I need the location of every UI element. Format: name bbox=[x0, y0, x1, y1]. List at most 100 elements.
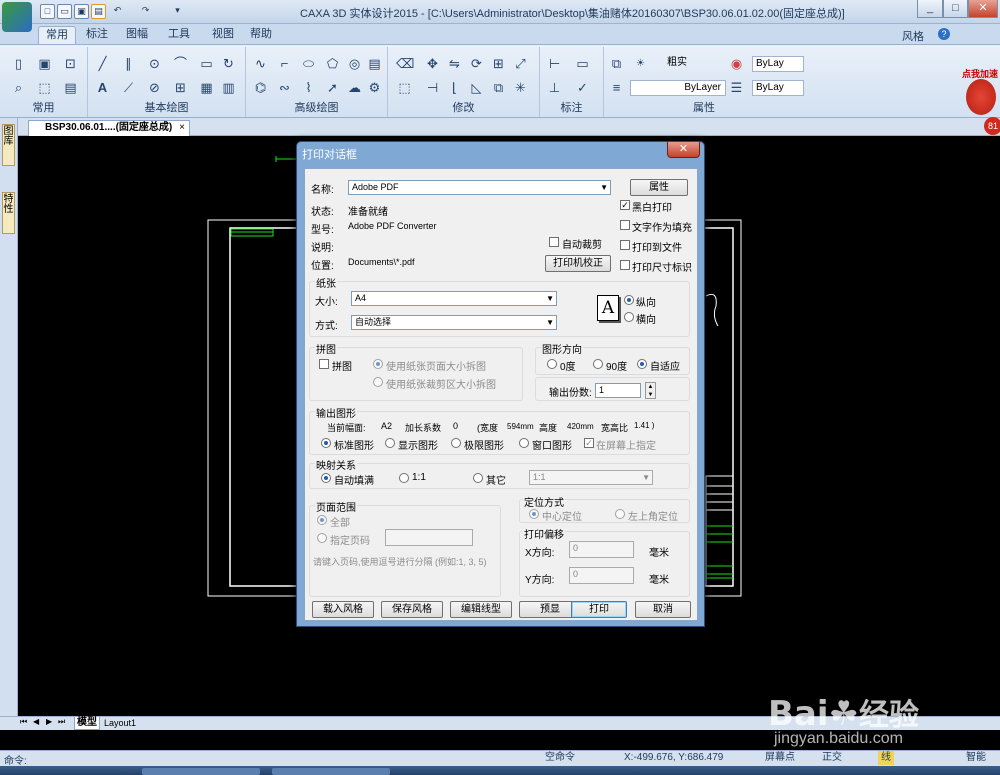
block-icon[interactable]: ⊞ bbox=[172, 79, 189, 96]
line-icon[interactable]: ╱ bbox=[94, 55, 111, 72]
offset-icon[interactable]: ⧉ bbox=[490, 79, 507, 96]
move-icon[interactable]: ✥ bbox=[424, 55, 441, 72]
first-tab-nav-icon[interactable]: ⏮ bbox=[20, 717, 27, 727]
gear-icon[interactable]: ⚙ bbox=[366, 79, 383, 96]
layer-icon[interactable]: ⧉ bbox=[608, 55, 625, 72]
image-icon[interactable]: ▦ bbox=[198, 79, 215, 96]
orientation-90-radio[interactable] bbox=[593, 359, 603, 369]
next-tab-nav-icon[interactable]: ▶ bbox=[46, 717, 52, 726]
close-button[interactable]: ✕ bbox=[968, 0, 998, 18]
undo-icon[interactable]: ↶ bbox=[110, 4, 125, 19]
landscape-radio[interactable] bbox=[624, 312, 634, 322]
save-icon[interactable]: ▣ bbox=[74, 4, 89, 19]
tab-frame[interactable]: 图幅 bbox=[120, 26, 154, 44]
redo-icon[interactable]: ↷ bbox=[138, 4, 153, 19]
wave-icon[interactable]: ∾ bbox=[276, 79, 293, 96]
hatch-icon[interactable]: ⊘ bbox=[146, 79, 163, 96]
auto-crop-checkbox[interactable] bbox=[549, 237, 559, 247]
maximize-button[interactable]: □ bbox=[943, 0, 968, 18]
color-select[interactable]: ByLay bbox=[752, 56, 804, 72]
black-white-checkbox[interactable]: ✓ bbox=[620, 200, 630, 210]
printer-calibrate-button[interactable]: 打印机校正 bbox=[545, 255, 611, 272]
tile-checkbox[interactable] bbox=[319, 359, 329, 369]
centerline-icon[interactable]: ⟋ bbox=[120, 79, 137, 96]
color-wheel-icon[interactable]: ◉ bbox=[728, 55, 745, 72]
copies-spinner[interactable]: ▲ ▼ bbox=[645, 382, 656, 399]
prev-tab-nav-icon[interactable]: ◀ bbox=[33, 717, 39, 726]
hole-icon[interactable]: ⌬ bbox=[252, 79, 269, 96]
annotation-icon[interactable]: ▭ bbox=[574, 55, 591, 72]
status-lineweight[interactable]: 线 bbox=[878, 751, 894, 765]
status-smart[interactable]: 智能 bbox=[966, 751, 986, 765]
copies-input[interactable]: 1 bbox=[595, 383, 641, 398]
polygon-icon[interactable]: ⬠ bbox=[324, 55, 341, 72]
window-graphic-radio[interactable] bbox=[519, 438, 529, 448]
save-style-button[interactable]: 保存风格 bbox=[381, 601, 443, 618]
paper-mode-select[interactable]: 自动选择 ▼ bbox=[351, 315, 557, 330]
lineweight-select[interactable]: ByLay bbox=[752, 80, 804, 96]
ribbon-tool-icon[interactable]: ▣ bbox=[36, 55, 53, 72]
taskbar-item[interactable] bbox=[142, 768, 260, 775]
scale-icon[interactable]: ⤢ bbox=[512, 55, 529, 72]
trim-icon[interactable]: ⬚ bbox=[396, 79, 413, 96]
sidebar-tab-properties[interactable]: 特性 bbox=[2, 192, 15, 234]
last-tab-nav-icon[interactable]: ⏭ bbox=[58, 717, 65, 727]
disp-graphic-radio[interactable] bbox=[385, 438, 395, 448]
explode-icon[interactable]: ✳ bbox=[512, 79, 529, 96]
style-label[interactable]: 风格 bbox=[902, 28, 924, 44]
extend-icon[interactable]: ⊣ bbox=[424, 79, 441, 96]
roughness-icon[interactable]: ✓ bbox=[574, 79, 591, 96]
close-tab-icon[interactable]: × bbox=[179, 121, 185, 135]
print-button[interactable]: 打印 bbox=[571, 601, 627, 618]
lineweight-icon[interactable]: ☰ bbox=[728, 79, 745, 96]
polyline-icon[interactable]: ⌐ bbox=[276, 55, 293, 72]
status-snap[interactable]: 屏幕点 bbox=[765, 751, 795, 765]
customize-qa-icon[interactable]: ▾ bbox=[170, 4, 185, 19]
limits-graphic-radio[interactable] bbox=[451, 438, 461, 448]
load-style-button[interactable]: 载入风格 bbox=[312, 601, 374, 618]
taskbar-item[interactable] bbox=[272, 768, 390, 775]
print-to-file-checkbox[interactable] bbox=[620, 240, 630, 250]
table-draw-icon[interactable]: ▤ bbox=[366, 55, 383, 72]
arrow-icon[interactable]: ➚ bbox=[324, 79, 341, 96]
help-icon[interactable]: ? bbox=[938, 28, 950, 40]
printer-properties-button[interactable]: 属性 bbox=[630, 179, 688, 196]
point-icon[interactable]: ◎ bbox=[346, 55, 363, 72]
tab-common[interactable]: 常用 bbox=[38, 26, 76, 44]
circle-icon[interactable]: ⊙ bbox=[146, 55, 163, 72]
cancel-button[interactable]: 取消 bbox=[635, 601, 691, 618]
std-graphic-radio[interactable] bbox=[321, 438, 331, 448]
linetype-select[interactable]: ByLayer bbox=[630, 80, 726, 96]
sidebar-tab-library[interactable]: 图库 bbox=[2, 124, 15, 166]
arc-icon[interactable]: ⌒ bbox=[172, 55, 189, 72]
print-size-marks-checkbox[interactable] bbox=[620, 260, 630, 270]
spline-icon[interactable]: ∿ bbox=[252, 55, 269, 72]
rect-icon[interactable]: ▭ bbox=[198, 55, 215, 72]
open-file-icon[interactable]: ▭ bbox=[57, 4, 72, 19]
document-tab[interactable]: BSP30.06.01....(固定座总成) × bbox=[28, 120, 190, 136]
orientation-0-radio[interactable] bbox=[547, 359, 557, 369]
mapping-other-radio[interactable] bbox=[473, 473, 483, 483]
mapping-fill-radio[interactable] bbox=[321, 473, 331, 483]
dialog-close-button[interactable]: ✕ bbox=[667, 142, 700, 158]
ribbon-tool-icon[interactable]: ⬚ bbox=[36, 79, 53, 96]
layer-select[interactable]: 粗实 bbox=[664, 56, 726, 72]
ellipse-icon[interactable]: ⬭ bbox=[300, 55, 317, 72]
table-icon[interactable]: ▥ bbox=[220, 79, 237, 96]
mirror-icon[interactable]: ⇋ bbox=[446, 55, 463, 72]
ribbon-tool-icon[interactable]: ▯ bbox=[10, 55, 27, 72]
zigzag-icon[interactable]: ⌇ bbox=[300, 79, 317, 96]
ribbon-tool-icon[interactable]: ⌕ bbox=[10, 79, 27, 96]
text-icon[interactable]: A bbox=[94, 79, 111, 96]
array-icon[interactable]: ⊞ bbox=[490, 55, 507, 72]
tab-dimension[interactable]: 标注 bbox=[80, 26, 114, 44]
cloud-icon[interactable]: ☁ bbox=[346, 79, 363, 96]
parallel-icon[interactable]: ∥ bbox=[120, 55, 137, 72]
tab-tools[interactable]: 工具 bbox=[162, 26, 196, 44]
mapping-1to1-radio[interactable] bbox=[399, 473, 409, 483]
tab-help[interactable]: 帮助 bbox=[244, 26, 278, 44]
text-as-fill-checkbox[interactable] bbox=[620, 220, 630, 230]
portrait-radio[interactable] bbox=[624, 295, 634, 305]
promo-mascot-icon[interactable] bbox=[966, 79, 996, 115]
new-file-icon[interactable]: □ bbox=[40, 4, 55, 19]
